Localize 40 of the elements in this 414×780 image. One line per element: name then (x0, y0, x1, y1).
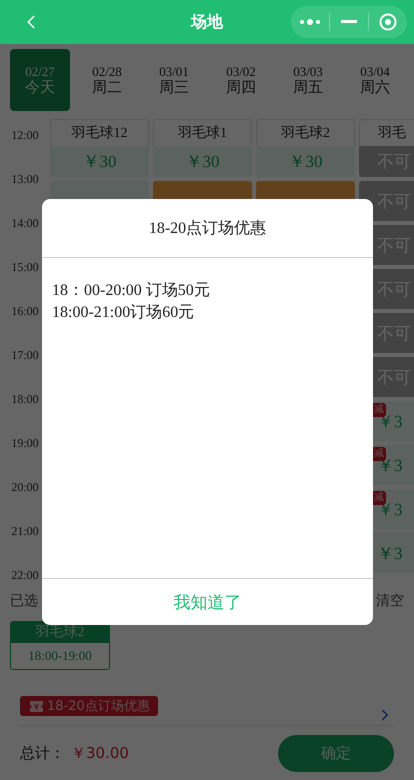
selected-time: 18:00-19:00 (27, 647, 93, 665)
court-name: 羽毛 (359, 119, 414, 146)
dialog-title: 18-20点订场优惠 (148, 218, 266, 238)
date-tab[interactable]: 03/03 周五 (278, 49, 338, 111)
price-slot[interactable]: ￥30 (153, 146, 252, 177)
court-name: 羽毛球1 (153, 119, 252, 146)
coupon-icon (30, 700, 43, 712)
selected-court: 羽毛球2 (11, 622, 109, 643)
time-label: 14:00 (10, 215, 40, 232)
clear-link[interactable]: 清空 (376, 592, 404, 610)
time-label: 15:00 (10, 259, 40, 276)
time-label: 16:00 (10, 303, 40, 320)
acknowledge-button[interactable]: 我知道了 (164, 586, 252, 618)
time-label: 19:00 (10, 435, 40, 452)
discount-tag: 减 (372, 491, 386, 505)
price-slot[interactable]: ￥30 (256, 146, 355, 177)
time-label: 21:00 (10, 523, 40, 540)
discount-tag: 减 (372, 447, 386, 461)
date-tab[interactable]: 02/28 周二 (77, 49, 137, 111)
total-label: 总计： ￥30.00 (20, 744, 129, 762)
court-name: 羽毛球2 (256, 119, 355, 146)
price-slot[interactable]: ￥30 (50, 146, 149, 177)
confirm-button[interactable]: 确定 (278, 734, 394, 772)
promo-rule: 18：00-20:00 订场50元 (52, 281, 211, 301)
time-label: 18:00 (10, 391, 40, 408)
date-tab[interactable]: 03/01 周三 (144, 49, 204, 111)
time-label: 22:00 (10, 567, 40, 584)
selected-label: 已选 (10, 592, 38, 610)
time-label: 20:00 (10, 479, 40, 496)
promo-tag[interactable]: 18-20点订场优惠 (20, 696, 158, 716)
date-tab[interactable]: 02/27 今天 (10, 49, 70, 111)
page-title: 场地 (191, 12, 223, 32)
discount-tag: 减 (372, 403, 386, 417)
time-label: 17:00 (10, 347, 40, 364)
time-label: 12:00 (10, 127, 40, 144)
promo-rule: 18:00-21:00订场60元 (52, 303, 196, 323)
date-tab[interactable]: 03/04 周六 (345, 49, 405, 111)
time-label: 13:00 (10, 171, 40, 188)
date-tab[interactable]: 03/02 周四 (211, 49, 271, 111)
court-name: 羽毛球12 (50, 119, 149, 146)
